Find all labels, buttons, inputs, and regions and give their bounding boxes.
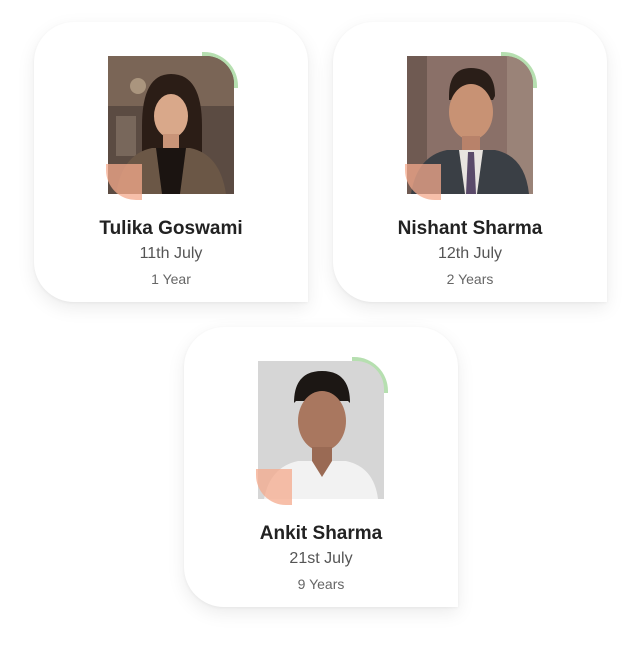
anniversary-date: 11th July <box>139 245 203 262</box>
employee-name: Ankit Sharma <box>259 523 383 544</box>
anniversary-card: Tulika Goswami 11th July 1 Year <box>34 22 308 302</box>
photo-frame <box>256 357 388 505</box>
corner-decoration-peach <box>405 164 441 200</box>
anniversary-date: 12th July <box>437 245 503 262</box>
anniversary-date: 21st July <box>289 550 353 567</box>
tenure: 1 Year <box>151 271 191 287</box>
photo-frame <box>106 52 238 200</box>
tenure: 2 Years <box>446 271 494 287</box>
corner-decoration-peach <box>106 164 142 200</box>
anniversary-card: Ankit Sharma 21st July 9 Years <box>184 327 458 607</box>
employee-name: Tulika Goswami <box>99 218 243 239</box>
photo-frame <box>405 52 537 200</box>
tenure: 9 Years <box>297 576 345 592</box>
employee-name: Nishant Sharma <box>397 218 543 239</box>
corner-decoration-peach <box>256 469 292 505</box>
anniversary-card: Nishant Sharma 12th July 2 Years <box>333 22 607 302</box>
